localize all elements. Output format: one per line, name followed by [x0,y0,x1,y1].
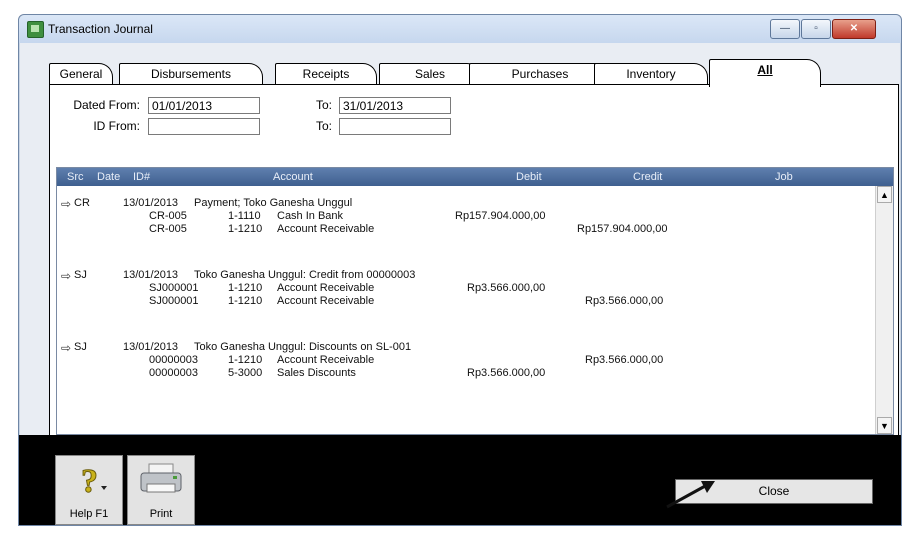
vertical-scrollbar[interactable]: ▲ ▼ [875,186,893,434]
col-job[interactable]: Job [775,171,793,183]
line-id: SJ000001 [149,282,199,294]
col-date[interactable]: Date [97,171,120,183]
line-account-name: Account Receivable [277,282,375,294]
dated-to-label: To: [315,98,332,112]
line-id: SJ000001 [149,295,199,307]
line-id: CR-005 [149,210,187,222]
printer-icon [140,463,182,493]
tab-all[interactable]: All [709,59,821,87]
journal-grid: Src Date ID# Account Debit Credit Job ⇨ … [56,167,894,435]
line-debit: Rp3.566.000,00 [467,282,546,294]
tab-receipts[interactable]: Receipts [275,63,377,86]
col-debit[interactable]: Debit [516,171,542,183]
line-account-number: 1-1210 [228,282,263,294]
transaction-journal-window: Transaction Journal — ▫ ✕ General Disbur… [18,14,902,526]
line-credit: Rp157.904.000,00 [577,223,668,235]
entry-src: SJ [74,341,87,353]
id-to-label: To: [315,119,332,133]
right-arrow-icon: ⇨ [61,197,72,211]
tab-purchases[interactable]: Purchases [469,63,611,86]
button-bar: ? Help F1 Print Close [19,435,901,525]
line-id: CR-005 [149,223,187,235]
entry-src: SJ [74,269,87,281]
line-account-number: 5-3000 [228,367,263,379]
col-credit[interactable]: Credit [633,171,662,183]
window-title: Transaction Journal [48,22,153,36]
line-debit: Rp157.904.000,00 [455,210,546,222]
id-from-label: ID From: [93,119,140,133]
entry-date: 13/01/2013 [123,341,179,353]
journal-entry[interactable]: ⇨ SJ 13/01/2013 Toko Ganesha Unggul: Cre… [57,269,875,335]
id-from-input[interactable] [148,118,260,135]
entry-date: 13/01/2013 [123,269,179,281]
tab-disbursements[interactable]: Disbursements [119,63,263,86]
app-icon [27,21,44,38]
line-account-name: Account Receivable [277,223,375,235]
help-label: Help F1 [69,508,109,520]
grid-body: ⇨ CR 13/01/2013 Payment; Toko Ganesha Un… [57,186,875,434]
help-icon: ? [81,463,107,501]
line-id: 00000003 [149,367,198,379]
line-credit: Rp3.566.000,00 [585,295,664,307]
line-account-number: 1-1210 [228,354,263,366]
line-account-number: 1-1210 [228,223,263,235]
minimize-button[interactable]: — [770,19,800,39]
scroll-down-icon[interactable]: ▼ [877,417,892,434]
dated-from-input[interactable]: 01/01/2013 [148,97,260,114]
right-arrow-icon: ⇨ [61,269,72,283]
tab-general[interactable]: General [49,63,113,86]
line-account-name: Sales Discounts [277,367,356,379]
close-window-button[interactable]: ✕ [832,19,876,39]
grid-header: Src Date ID# Account Debit Credit Job [57,168,893,186]
title-bar[interactable]: Transaction Journal — ▫ ✕ [19,15,901,43]
line-debit: Rp3.566.000,00 [467,367,546,379]
tab-inventory[interactable]: Inventory [594,63,708,86]
entry-memo: Payment; Toko Ganesha Unggul [194,197,353,209]
help-button[interactable]: ? Help F1 [55,455,123,525]
dated-to-input[interactable]: 31/01/2013 [339,97,451,114]
journal-entry[interactable]: ⇨ CR 13/01/2013 Payment; Toko Ganesha Un… [57,197,875,263]
dated-from-label: Dated From: [73,98,140,112]
line-account-number: 1-1110 [228,210,261,222]
col-src[interactable]: Src [67,171,84,183]
col-id[interactable]: ID# [133,171,150,183]
tab-sales[interactable]: Sales [379,63,481,86]
entry-memo: Toko Ganesha Unggul: Discounts on SL-001 [194,341,412,353]
journal-entry[interactable]: ⇨ SJ 13/01/2013 Toko Ganesha Unggul: Dis… [57,341,875,407]
tab-strip: General Disbursements Receipts Sales Pur… [49,59,821,87]
tab-panel-all: Dated From: 01/01/2013 To: 31/01/2013 ID… [49,84,899,442]
print-button[interactable]: Print [127,455,195,525]
maximize-button[interactable]: ▫ [801,19,831,39]
line-account-name: Account Receivable [277,295,375,307]
line-account-number: 1-1210 [228,295,263,307]
print-label: Print [149,508,173,520]
pointer-arrow-icon [666,481,715,509]
entry-date: 13/01/2013 [123,197,179,209]
right-arrow-icon: ⇨ [61,341,72,355]
entry-src: CR [74,197,90,209]
svg-text:?: ? [81,463,98,500]
col-account[interactable]: Account [273,171,313,183]
line-account-name: Account Receivable [277,354,375,366]
entry-memo: Toko Ganesha Unggul: Credit from 0000000… [194,269,416,281]
line-id: 00000003 [149,354,198,366]
scroll-up-icon[interactable]: ▲ [877,186,892,203]
line-credit: Rp3.566.000,00 [585,354,664,366]
line-account-name: Cash In Bank [277,210,344,222]
id-to-input[interactable] [339,118,451,135]
